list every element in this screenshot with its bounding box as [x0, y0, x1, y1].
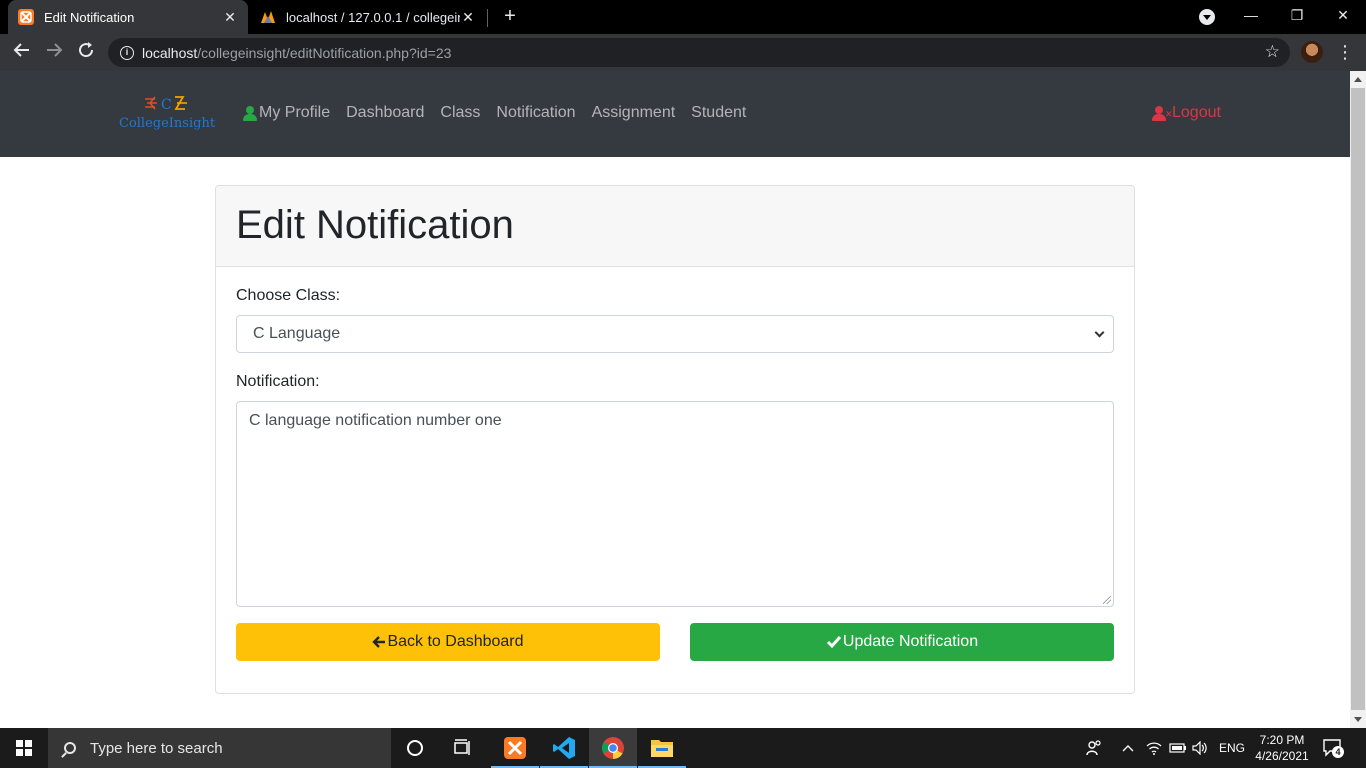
collegeinsight-logo-icon: C	[145, 96, 187, 113]
notification-text: C language notification number one	[249, 412, 502, 429]
nav-my-profile[interactable]: My Profile	[242, 104, 330, 122]
start-button[interactable]	[0, 728, 48, 768]
browser-tab-strip: Edit Notification ✕ localhost / 127.0.0.…	[0, 0, 1366, 34]
class-select[interactable]: C Language	[236, 315, 1114, 353]
url-host: localhost	[142, 44, 198, 61]
taskbar-clock[interactable]: 7:20 PM 4/26/2021	[1252, 732, 1312, 764]
logo-text: CollegeInsight	[119, 116, 216, 131]
back-to-dashboard-button[interactable]: Back to Dashboard	[236, 623, 660, 661]
browser-menu-icon[interactable]: ⋮	[1336, 40, 1354, 64]
profile-avatar[interactable]	[1301, 41, 1323, 63]
tab-phpmyadmin[interactable]: localhost / 127.0.0.1 / collegeinsight ✕	[250, 0, 486, 34]
edit-notification-card: Edit Notification Choose Class: C Langua…	[215, 185, 1135, 694]
user-icon	[242, 105, 258, 121]
tab-separator	[487, 9, 488, 27]
minimize-icon[interactable]: —	[1228, 0, 1274, 30]
site-logo[interactable]: C CollegeInsight	[119, 93, 223, 135]
page-scrollbar[interactable]	[1350, 71, 1366, 728]
close-tab-icon[interactable]: ✕	[222, 9, 238, 26]
cortana-icon[interactable]	[391, 728, 439, 768]
new-tab-button[interactable]: +	[499, 5, 521, 27]
notification-label: Notification:	[236, 373, 320, 390]
main-nav: My Profile Dashboard Class Notification …	[242, 104, 762, 122]
xampp-taskbar-icon[interactable]	[491, 728, 539, 768]
windows-logo-icon	[16, 740, 32, 756]
user-times-icon: ✕	[1151, 105, 1173, 121]
task-view-icon[interactable]	[439, 728, 487, 768]
browser-toolbar: i localhost/collegeinsight/editNotificat…	[0, 34, 1366, 71]
class-select-value: C Language	[253, 325, 341, 342]
scroll-down-arrow-icon[interactable]	[1354, 717, 1362, 722]
tab-title: localhost / 127.0.0.1 / collegeinsight	[286, 9, 460, 25]
chrome-taskbar-icon[interactable]	[589, 728, 637, 768]
nav-student[interactable]: Student	[691, 104, 746, 122]
nav-dashboard[interactable]: Dashboard	[346, 104, 424, 122]
site-info-icon[interactable]: i	[120, 45, 134, 60]
tab-search-icon[interactable]	[1199, 9, 1215, 25]
page-viewport: C CollegeInsight My Profile Dashboard Cl…	[0, 71, 1350, 728]
forward-arrow-icon[interactable]	[42, 41, 66, 65]
close-window-icon[interactable]: ✕	[1320, 0, 1366, 30]
close-tab-icon[interactable]: ✕	[460, 9, 476, 26]
nav-class[interactable]: Class	[440, 104, 480, 122]
restore-icon[interactable]: ❐	[1274, 0, 1320, 30]
chevron-up-icon[interactable]	[1122, 728, 1134, 768]
button-row: Back to Dashboard Update Notification	[236, 623, 1114, 661]
people-icon[interactable]	[1085, 728, 1103, 768]
search-icon	[64, 742, 76, 754]
page-title: Edit Notification	[236, 203, 514, 247]
nav-notification[interactable]: Notification	[496, 104, 575, 122]
file-explorer-taskbar-icon[interactable]	[638, 728, 686, 768]
vscode-taskbar-icon[interactable]	[540, 728, 588, 768]
chevron-down-icon	[1094, 327, 1105, 338]
xampp-icon	[18, 9, 34, 25]
address-bar[interactable]: i localhost/collegeinsight/editNotificat…	[108, 38, 1290, 67]
nav-label: My Profile	[259, 104, 331, 121]
taskbar-search-placeholder: Type here to search	[90, 739, 223, 757]
nav-assignment[interactable]: Assignment	[592, 104, 676, 122]
wifi-icon[interactable]	[1146, 728, 1162, 768]
volume-icon[interactable]	[1192, 728, 1208, 768]
clock-date: 4/26/2021	[1255, 749, 1309, 763]
logout-link[interactable]: ✕ Logout	[1151, 104, 1221, 122]
taskbar-search[interactable]: Type here to search	[48, 728, 391, 768]
class-label: Choose Class:	[236, 287, 341, 304]
windows-taskbar: Type here to search ENG 7:20 PM 4/26/202…	[0, 728, 1366, 768]
notification-count-badge: 4	[1332, 746, 1344, 758]
phpmyadmin-icon	[260, 9, 276, 25]
bookmark-star-icon[interactable]: ☆	[1265, 42, 1280, 62]
resize-grip-icon[interactable]	[1103, 596, 1111, 604]
clock-time: 7:20 PM	[1259, 733, 1305, 747]
battery-icon[interactable]	[1169, 728, 1187, 768]
back-arrow-icon[interactable]	[10, 41, 34, 65]
check-icon	[826, 636, 842, 649]
card-body: Choose Class: C Language Notification: C…	[216, 267, 1134, 681]
svg-text:C: C	[161, 97, 172, 113]
site-navbar: C CollegeInsight My Profile Dashboard Cl…	[0, 71, 1350, 157]
input-language-indicator[interactable]: ENG	[1219, 728, 1245, 768]
logout-label: Logout	[1172, 104, 1221, 121]
card-header: Edit Notification	[216, 186, 1134, 267]
tab-title: Edit Notification	[44, 9, 135, 25]
reload-icon[interactable]	[74, 41, 98, 65]
tab-edit-notification[interactable]: Edit Notification ✕	[8, 0, 248, 34]
arrow-left-icon	[372, 636, 386, 648]
scroll-up-arrow-icon[interactable]	[1354, 77, 1362, 82]
notification-textarea[interactable]: C language notification number one	[236, 401, 1114, 607]
url-path: /collegeinsight/editNotification.php?id=…	[197, 44, 452, 61]
update-notification-button[interactable]: Update Notification	[690, 623, 1114, 661]
action-center-icon[interactable]: 4	[1322, 737, 1344, 759]
update-button-label: Update Notification	[842, 633, 979, 650]
scrollbar-thumb[interactable]	[1351, 88, 1365, 710]
back-button-label: Back to Dashboard	[387, 633, 524, 650]
